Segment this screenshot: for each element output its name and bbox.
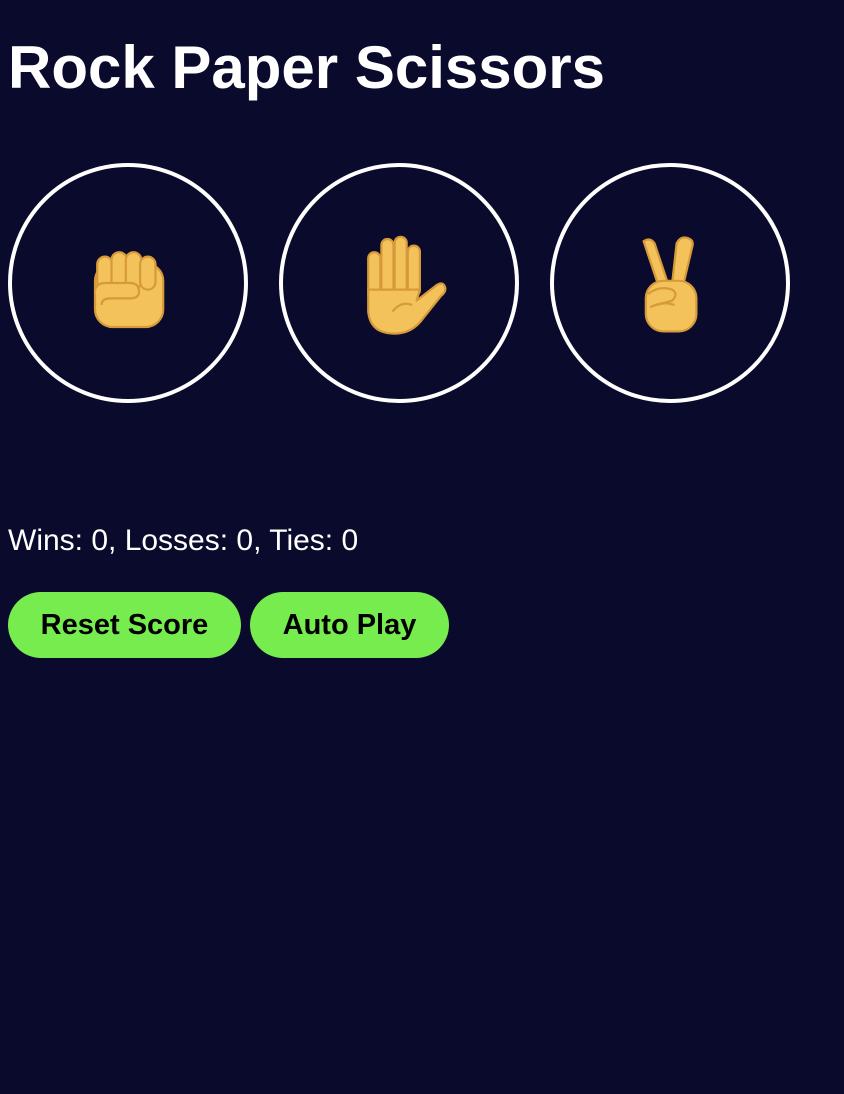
raised-fist-icon [93, 251, 165, 329]
rock-button[interactable] [8, 163, 248, 403]
victory-hand-icon [642, 236, 698, 333]
reset-score-button[interactable]: Reset Score [8, 592, 241, 658]
paper-button[interactable] [279, 163, 519, 403]
auto-play-button[interactable]: Auto Play [250, 592, 449, 658]
page-title: Rock Paper Scissors [8, 34, 605, 101]
scissors-button[interactable] [550, 163, 790, 403]
action-buttons: Reset Score Auto Play [8, 592, 449, 658]
score-text: Wins: 0, Losses: 0, Ties: 0 [8, 524, 359, 557]
move-buttons [8, 163, 790, 403]
raised-hand-icon [367, 235, 447, 335]
